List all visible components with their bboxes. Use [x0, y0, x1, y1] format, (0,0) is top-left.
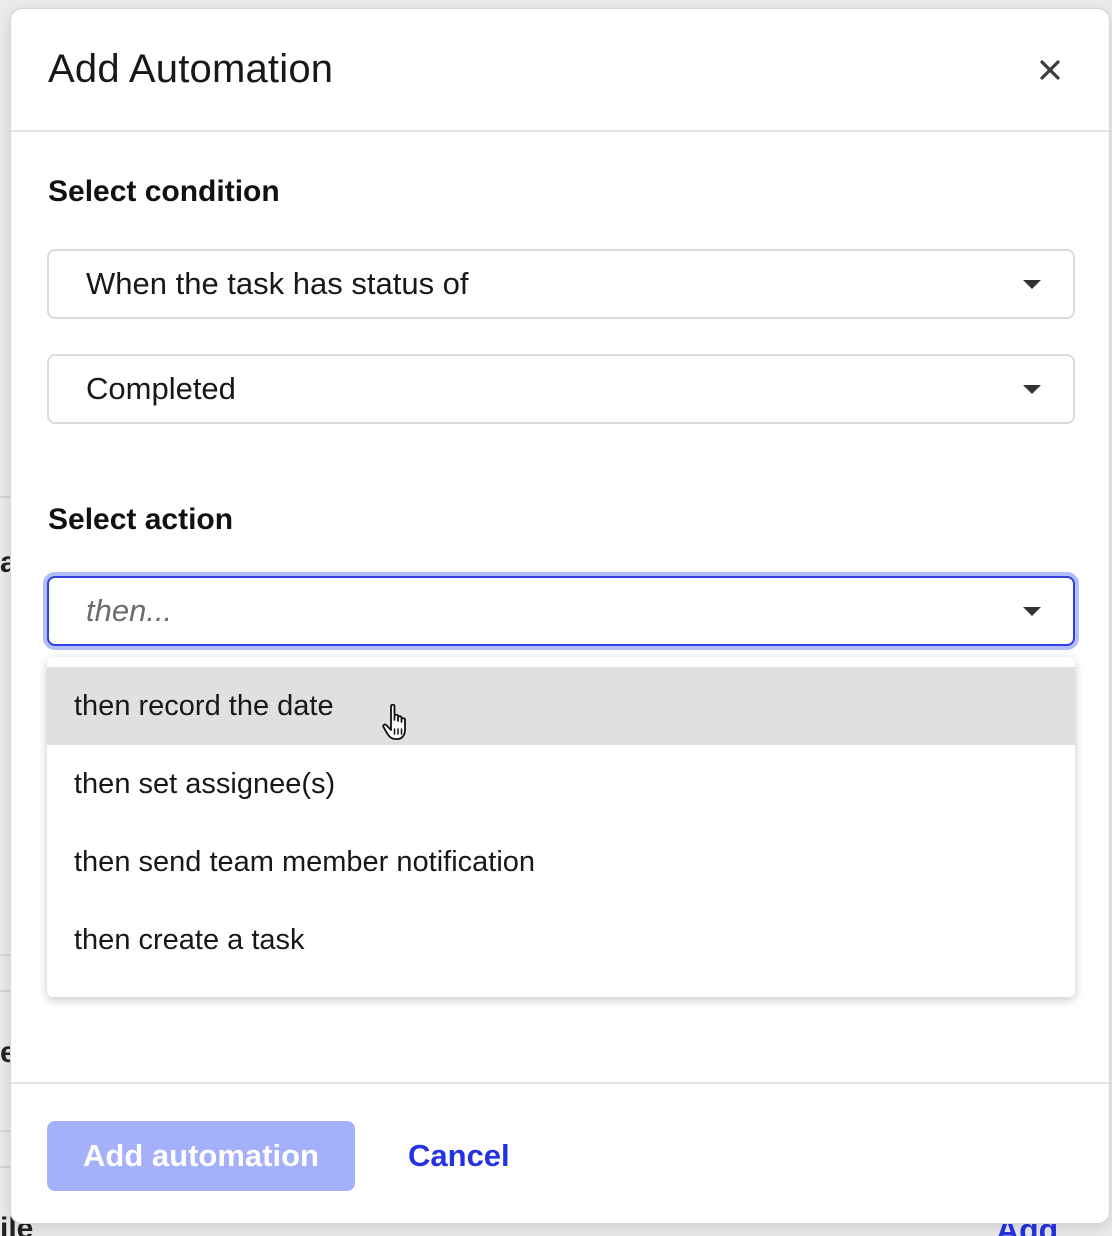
- close-icon: [1040, 60, 1060, 80]
- footer-divider: [11, 1082, 1109, 1084]
- cancel-button[interactable]: Cancel: [408, 1121, 510, 1191]
- action-option-set-assignees[interactable]: then set assignee(s): [47, 745, 1075, 823]
- close-button[interactable]: [1029, 49, 1071, 91]
- action-option-label: then send team member notification: [74, 845, 536, 878]
- action-option-send-notification[interactable]: then send team member notification: [47, 823, 1075, 901]
- action-option-label: then set assignee(s): [74, 767, 336, 800]
- action-select[interactable]: then...: [47, 576, 1075, 646]
- action-select-placeholder: then...: [86, 593, 173, 628]
- add-automation-button[interactable]: Add automation: [47, 1121, 355, 1191]
- background-divider: [0, 1166, 10, 1168]
- background-divider: [0, 954, 10, 956]
- action-option-record-date[interactable]: then record the date: [47, 667, 1075, 745]
- hand-pointer-icon: [382, 703, 406, 740]
- condition-status-value: Completed: [86, 371, 236, 406]
- background-divider: [0, 990, 10, 992]
- modal-header: Add Automation: [11, 9, 1109, 132]
- condition-trigger-value: When the task has status of: [86, 266, 469, 301]
- background-divider: [0, 1130, 10, 1132]
- action-option-label: then record the date: [74, 689, 334, 722]
- modal-title: Add Automation: [48, 47, 334, 91]
- action-section-label: Select action: [48, 503, 234, 536]
- background-divider: [0, 496, 10, 498]
- condition-section-label: Select condition: [48, 175, 280, 208]
- add-automation-modal: Add Automation Select condition When the…: [10, 8, 1110, 1224]
- action-options-dropdown: then record the date then set assignee(s…: [47, 657, 1075, 997]
- action-option-label: then create a task: [74, 923, 305, 956]
- chevron-down-icon: [1023, 385, 1041, 394]
- action-option-create-task[interactable]: then create a task: [47, 901, 1075, 979]
- condition-status-select[interactable]: Completed: [47, 354, 1075, 424]
- chevron-down-icon: [1023, 607, 1041, 616]
- chevron-down-icon: [1023, 280, 1041, 289]
- condition-trigger-select[interactable]: When the task has status of: [47, 249, 1075, 319]
